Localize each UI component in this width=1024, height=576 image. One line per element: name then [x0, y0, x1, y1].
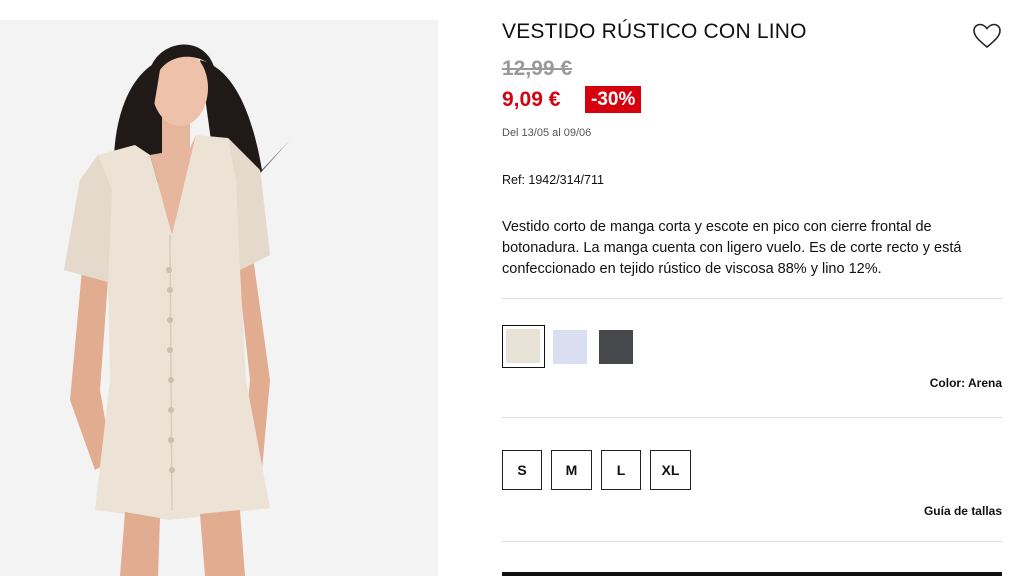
product-info: VESTIDO RÚSTICO CON LINO 12,99 € 9,09 € … — [502, 0, 1002, 576]
model-illustration — [0, 20, 438, 576]
divider — [502, 417, 1002, 418]
product-image[interactable] — [0, 20, 438, 576]
divider — [502, 298, 1002, 299]
divider — [502, 541, 1002, 542]
swatch-fill — [506, 329, 540, 363]
delivery-dates: Del 13/05 al 09/06 — [502, 127, 592, 139]
selected-color-label: Color: Arena — [929, 376, 1002, 390]
color-swatch-arena[interactable] — [502, 325, 545, 368]
size-option-xl[interactable]: XL — [650, 450, 691, 490]
wishlist-heart-icon[interactable] — [972, 22, 1002, 50]
product-reference: Ref: 1942/314/711 — [502, 173, 604, 187]
color-swatch-charcoal[interactable] — [599, 330, 633, 364]
sale-price: 9,09 € — [502, 88, 561, 111]
size-option-m[interactable]: M — [551, 450, 592, 490]
discount-badge: -30% — [585, 86, 642, 113]
size-option-s[interactable]: S — [502, 450, 542, 490]
product-description: Vestido corto de manga corta y escote en… — [502, 219, 962, 277]
add-to-cart-bar[interactable] — [502, 572, 1002, 576]
original-price: 12,99 € — [502, 57, 573, 80]
size-option-l[interactable]: L — [601, 450, 641, 490]
product-page: VESTIDO RÚSTICO CON LINO 12,99 € 9,09 € … — [0, 0, 1024, 576]
color-swatch-light-blue[interactable] — [553, 330, 587, 364]
size-guide-link[interactable]: Guía de tallas — [924, 504, 1002, 518]
product-title: VESTIDO RÚSTICO CON LINO — [502, 20, 807, 43]
